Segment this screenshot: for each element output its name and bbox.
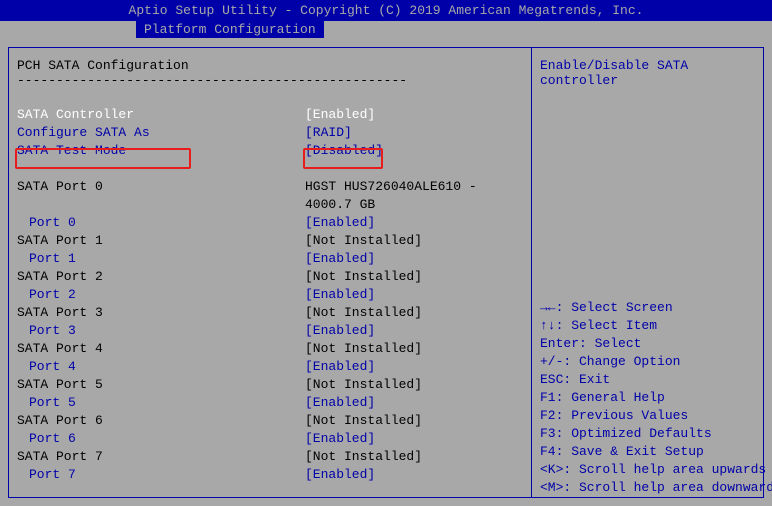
port-header: SATA Port 6 [Not Installed] bbox=[17, 412, 523, 430]
item-sata-test-mode[interactable]: SATA Test Mode [Disabled] bbox=[17, 142, 523, 160]
port-header: SATA Port 4 [Not Installed] bbox=[17, 340, 523, 358]
port-value: [Not Installed] bbox=[305, 448, 523, 466]
left-pane: PCH SATA Configuration -----------------… bbox=[9, 48, 531, 497]
legend-scroll-down: <M>: Scroll help area downwards bbox=[540, 479, 755, 497]
section-title: PCH SATA Configuration bbox=[17, 58, 523, 73]
port-value: HGST HUS726040ALE610 - bbox=[305, 178, 523, 196]
port-sub-value: [Enabled] bbox=[305, 358, 523, 376]
spacer bbox=[17, 88, 523, 106]
port-label: SATA Port 0 bbox=[17, 178, 305, 196]
legend-f1: F1: General Help bbox=[540, 389, 755, 407]
port-sub-value: [Enabled] bbox=[305, 214, 523, 232]
port-value2: 4000.7 GB bbox=[305, 196, 523, 214]
port-value: [Not Installed] bbox=[305, 340, 523, 358]
port-enable[interactable]: Port 7 [Enabled] bbox=[17, 466, 523, 484]
port-sub-value: [Enabled] bbox=[305, 430, 523, 448]
legend-esc: ESC: Exit bbox=[540, 371, 755, 389]
legend-select-screen: →←: Select Screen bbox=[540, 299, 755, 317]
port-sub-label: Port 1 bbox=[17, 250, 305, 268]
port-header: SATA Port 2 [Not Installed] bbox=[17, 268, 523, 286]
port-sub-label: Port 5 bbox=[17, 394, 305, 412]
port-label-blank bbox=[17, 196, 305, 214]
port-sub-label: Port 3 bbox=[17, 322, 305, 340]
port-header: SATA Port 0 HGST HUS726040ALE610 - bbox=[17, 178, 523, 196]
legend-change-option: +/-: Change Option bbox=[540, 353, 755, 371]
port-sub-label: Port 6 bbox=[17, 430, 305, 448]
port-sub-label: Port 4 bbox=[17, 358, 305, 376]
item-label: SATA Controller bbox=[17, 106, 305, 124]
port-sub-value: [Enabled] bbox=[305, 250, 523, 268]
port-enable[interactable]: Port 3 [Enabled] bbox=[17, 322, 523, 340]
right-pane: Enable/Disable SATA controller →←: Selec… bbox=[531, 48, 763, 497]
port-enable[interactable]: Port 5 [Enabled] bbox=[17, 394, 523, 412]
port-header: SATA Port 1 [Not Installed] bbox=[17, 232, 523, 250]
legend-f4: F4: Save & Exit Setup bbox=[540, 443, 755, 461]
tab-bar: Platform Configuration bbox=[0, 21, 772, 39]
item-configure-sata-as[interactable]: Configure SATA As [RAID] bbox=[17, 124, 523, 142]
port-label: SATA Port 3 bbox=[17, 304, 305, 322]
port-sub-value: [Enabled] bbox=[305, 322, 523, 340]
port-enable[interactable]: Port 0 [Enabled] bbox=[17, 214, 523, 232]
section-divider: ----------------------------------------… bbox=[17, 73, 523, 88]
port-value: [Not Installed] bbox=[305, 376, 523, 394]
item-sata-controller[interactable]: SATA Controller [Enabled] bbox=[17, 106, 523, 124]
port-label: SATA Port 2 bbox=[17, 268, 305, 286]
port-label: SATA Port 4 bbox=[17, 340, 305, 358]
legend-enter: Enter: Select bbox=[540, 335, 755, 353]
port-sub-value: [Enabled] bbox=[305, 286, 523, 304]
port-value: [Not Installed] bbox=[305, 304, 523, 322]
port-sub-label: Port 0 bbox=[17, 214, 305, 232]
port-label: SATA Port 6 bbox=[17, 412, 305, 430]
bios-frame: PCH SATA Configuration -----------------… bbox=[8, 47, 764, 498]
item-label: SATA Test Mode bbox=[17, 142, 305, 160]
port-enable[interactable]: Port 2 [Enabled] bbox=[17, 286, 523, 304]
port-sub-label: Port 7 bbox=[17, 466, 305, 484]
legend-select-item: ↑↓: Select Item bbox=[540, 317, 755, 335]
port-label: SATA Port 5 bbox=[17, 376, 305, 394]
port-value: [Not Installed] bbox=[305, 268, 523, 286]
port-enable[interactable]: Port 6 [Enabled] bbox=[17, 430, 523, 448]
bios-title: Aptio Setup Utility - Copyright (C) 2019… bbox=[129, 3, 644, 18]
port-enable[interactable]: Port 1 [Enabled] bbox=[17, 250, 523, 268]
port-value: [Not Installed] bbox=[305, 412, 523, 430]
port-enable[interactable]: Port 4 [Enabled] bbox=[17, 358, 523, 376]
port-header: SATA Port 5 [Not Installed] bbox=[17, 376, 523, 394]
port-sub-value: [Enabled] bbox=[305, 466, 523, 484]
port-label: SATA Port 7 bbox=[17, 448, 305, 466]
port-header-line2: 4000.7 GB bbox=[17, 196, 523, 214]
item-label: Configure SATA As bbox=[17, 124, 305, 142]
legend-f2: F2: Previous Values bbox=[540, 407, 755, 425]
tab-platform-configuration[interactable]: Platform Configuration bbox=[136, 21, 324, 38]
item-value: [RAID] bbox=[305, 124, 523, 142]
key-legend: →←: Select Screen ↑↓: Select Item Enter:… bbox=[540, 299, 755, 497]
legend-f3: F3: Optimized Defaults bbox=[540, 425, 755, 443]
port-value: [Not Installed] bbox=[305, 232, 523, 250]
port-sub-value: [Enabled] bbox=[305, 394, 523, 412]
port-header: SATA Port 3 [Not Installed] bbox=[17, 304, 523, 322]
bios-header: Aptio Setup Utility - Copyright (C) 2019… bbox=[0, 0, 772, 21]
spacer bbox=[540, 88, 755, 299]
port-header: SATA Port 7 [Not Installed] bbox=[17, 448, 523, 466]
legend-scroll-up: <K>: Scroll help area upwards bbox=[540, 461, 755, 479]
item-value: [Enabled] bbox=[305, 106, 523, 124]
port-sub-label: Port 2 bbox=[17, 286, 305, 304]
bios-body: PCH SATA Configuration -----------------… bbox=[0, 39, 772, 506]
port-label: SATA Port 1 bbox=[17, 232, 305, 250]
item-value: [Disabled] bbox=[305, 142, 523, 160]
spacer bbox=[17, 160, 523, 178]
help-text: Enable/Disable SATA controller bbox=[540, 58, 755, 88]
